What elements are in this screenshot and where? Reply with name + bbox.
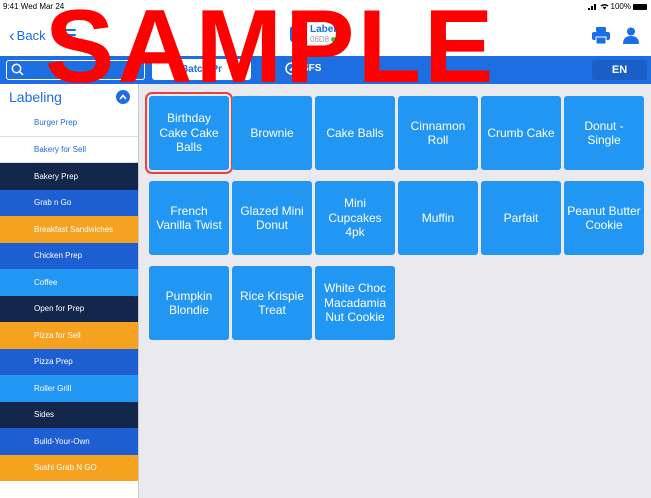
sidebar-item[interactable]: Open for Prep	[0, 295, 138, 322]
sidebar-item[interactable]: Burger Prep	[0, 110, 138, 137]
product-tile[interactable]: Crumb Cake	[481, 96, 561, 170]
product-tile[interactable]: Mini Cupcakes 4pk	[315, 181, 395, 255]
battery-percent: 100%	[610, 2, 631, 11]
toolbar: Batch Pr SFS EN	[0, 56, 651, 84]
printer-icon[interactable]	[592, 27, 610, 44]
online-status-icon	[331, 37, 337, 42]
back-label: Back	[16, 28, 46, 43]
language-button[interactable]: EN	[592, 60, 647, 80]
product-tile[interactable]: Parfait	[481, 181, 561, 255]
battery-icon	[633, 3, 647, 10]
sidebar-item[interactable]: Pizza for Sell	[0, 322, 138, 349]
sidebar-item[interactable]: Pizza Prep	[0, 348, 138, 375]
search-input[interactable]	[6, 60, 145, 80]
signal-icon	[587, 4, 596, 10]
sidebar-item[interactable]: Coffee	[0, 269, 138, 296]
product-tile[interactable]: Peanut Butter Cookie	[564, 181, 644, 255]
product-tile[interactable]: Cake Balls	[315, 96, 395, 170]
app-title-area: Labeling 06D8	[290, 24, 351, 44]
location-selector[interactable]: SFS	[285, 62, 321, 75]
label-printer-icon	[290, 26, 306, 42]
location-label: SFS	[302, 63, 322, 74]
product-tile[interactable]: Birthday Cake Cake Balls	[145, 92, 233, 174]
device-id: 06D8	[310, 35, 330, 44]
batch-print-button[interactable]: Batch Pr	[152, 59, 251, 80]
product-tile[interactable]: Pumpkin Blondie	[149, 266, 229, 340]
product-tile[interactable]: Brownie	[232, 96, 312, 170]
sidebar-item[interactable]: Roller Grill	[0, 375, 138, 402]
sidebar-title: Labeling	[9, 89, 62, 105]
collapse-button[interactable]	[116, 90, 130, 104]
sidebar-item[interactable]: Chicken Prep	[0, 242, 138, 269]
status-indicators: 100%	[587, 2, 647, 11]
back-button[interactable]: ‹ Back	[9, 25, 46, 45]
sidebar-item[interactable]: Sushi Grab N GO	[0, 454, 138, 481]
search-icon	[11, 63, 24, 76]
sidebar-item[interactable]: Bakery for Sell	[0, 136, 138, 163]
sidebar-item[interactable]: Sides	[0, 401, 138, 428]
chevron-left-icon: ‹	[9, 25, 15, 45]
menu-icon[interactable]	[60, 29, 76, 41]
product-tile[interactable]: Rice Krispie Treat	[232, 266, 312, 340]
sidebar-item[interactable]: Grab n Go	[0, 189, 138, 216]
location-icon	[285, 62, 298, 75]
status-time: 9:41 Wed Mar 24	[3, 2, 65, 11]
device-status: 06D8	[310, 35, 351, 44]
product-tile[interactable]: Cinnamon Roll	[398, 96, 478, 170]
product-tile[interactable]: French Vanilla Twist	[149, 181, 229, 255]
chevron-up-icon	[119, 94, 127, 100]
page-title: Labeling	[310, 24, 352, 35]
product-tile[interactable]: Muffin	[398, 181, 478, 255]
user-icon[interactable]	[623, 27, 639, 44]
sidebar-item[interactable]: Build-Your-Own	[0, 428, 138, 455]
product-tile[interactable]: Donut - Single	[564, 96, 644, 170]
product-tile[interactable]: Glazed Mini Donut	[232, 181, 312, 255]
wifi-icon	[600, 4, 609, 10]
sidebar: Labeling Burger Prep Bakery for Sell Baker…	[0, 84, 139, 498]
sidebar-header: Labeling	[0, 84, 138, 110]
top-bar: ‹ Back Labeling 06D8	[0, 14, 651, 56]
sidebar-list: Burger Prep Bakery for Sell Bakery Prep Gra…	[0, 110, 138, 481]
status-bar: 9:41 Wed Mar 24 100%	[0, 0, 651, 14]
sidebar-item[interactable]: Bakery Prep	[0, 163, 138, 190]
sidebar-item[interactable]: Breakfast Sandwiches	[0, 216, 138, 243]
product-tile[interactable]: White Choc Macadamia Nut Cookie	[315, 266, 395, 340]
